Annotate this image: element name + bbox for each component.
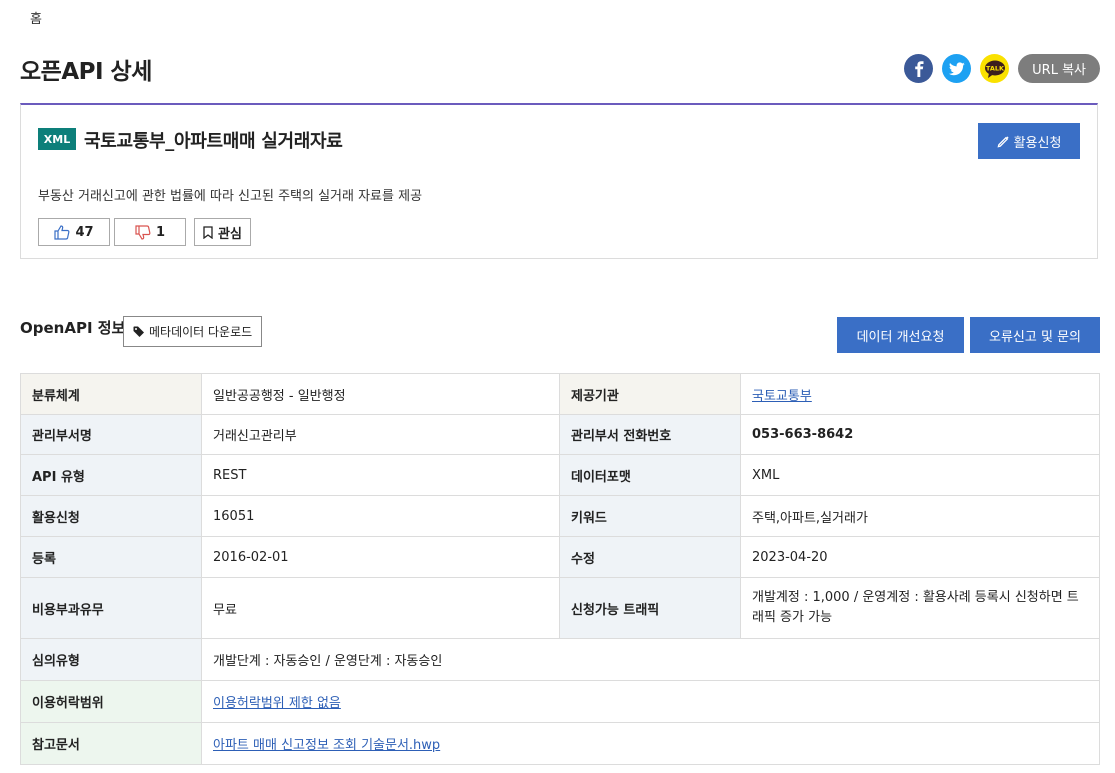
row-label: 관리부서 전화번호 xyxy=(559,414,741,455)
metadata-download-label: 메타데이터 다운로드 xyxy=(149,325,253,339)
dislike-count: 1 xyxy=(155,224,166,240)
table-row: 이용허락범위 이용허락범위 제한 없음 xyxy=(20,680,1100,723)
row-label: API 유형 xyxy=(20,454,202,496)
dislike-button[interactable]: 1 xyxy=(114,218,186,246)
row-label: 등록 xyxy=(20,536,202,578)
table-row: 심의유형 개발단계 : 자동승인 / 운영단계 : 자동승인 xyxy=(20,638,1100,681)
row-label: 비용부과유무 xyxy=(20,577,202,639)
thumbs-up-icon xyxy=(54,224,70,240)
row-label: 데이터포맷 xyxy=(559,454,741,496)
format-badge: XML xyxy=(38,128,76,150)
tag-icon xyxy=(133,326,144,337)
kakao-talk-text: TALK xyxy=(986,64,1005,72)
reference-doc-link[interactable]: 아파트 매매 신고정보 조회 기술문서.hwp xyxy=(213,738,440,753)
row-value: 국토교통부 xyxy=(740,373,1100,415)
row-value: 아파트 매매 신고정보 조회 기술문서.hwp xyxy=(201,722,1100,765)
row-label: 제공기관 xyxy=(559,373,741,415)
api-description: 부동산 거래신고에 관한 법률에 따라 신고된 주택의 실거래 자료를 제공 xyxy=(38,189,423,204)
openapi-section-title: OpenAPI 정보 xyxy=(20,319,126,337)
row-label: 키워드 xyxy=(559,495,741,537)
row-value: 2016-02-01 xyxy=(201,536,560,578)
row-value: 거래신고관리부 xyxy=(201,414,560,455)
row-label: 분류체계 xyxy=(20,373,202,415)
row-label: 활용신청 xyxy=(20,495,202,537)
favorite-button[interactable]: 관심 xyxy=(194,218,251,246)
row-value: 개발단계 : 자동승인 / 운영단계 : 자동승인 xyxy=(201,638,1100,681)
thumbs-down-icon xyxy=(135,224,151,240)
row-value: REST xyxy=(201,454,560,496)
row-label: 이용허락범위 xyxy=(20,680,202,723)
table-row: 비용부과유무 무료 신청가능 트래픽 개발계정 : 1,000 / 운영계정 :… xyxy=(20,577,1100,639)
metadata-download-button[interactable]: 메타데이터 다운로드 xyxy=(123,316,263,347)
row-value: 주택,아파트,실거래가 xyxy=(740,495,1100,537)
row-value: XML xyxy=(740,454,1100,496)
row-label: 관리부서명 xyxy=(20,414,202,455)
table-row: 등록 2016-02-01 수정 2023-04-20 xyxy=(20,536,1100,578)
breadcrumb[interactable]: 홈 xyxy=(30,8,42,27)
apply-button[interactable]: 활용신청 xyxy=(978,123,1080,159)
error-report-button[interactable]: 오류신고 및 문의 xyxy=(970,317,1100,353)
row-value: 이용허락범위 제한 없음 xyxy=(201,680,1100,723)
page-title: 오픈API 상세 xyxy=(20,59,152,85)
row-value: 일반공공행정 - 일반행정 xyxy=(201,373,560,415)
table-row: API 유형 REST 데이터포맷 XML xyxy=(20,454,1100,496)
row-value: 무료 xyxy=(201,577,560,639)
like-count: 47 xyxy=(75,224,94,240)
row-label: 신청가능 트래픽 xyxy=(559,577,741,639)
data-improve-request-button[interactable]: 데이터 개선요청 xyxy=(837,317,964,353)
row-value: 16051 xyxy=(201,495,560,537)
favorite-label: 관심 xyxy=(218,226,242,242)
twitter-share-button[interactable] xyxy=(942,54,972,83)
license-scope-link[interactable]: 이용허락범위 제한 없음 xyxy=(213,696,341,711)
api-name: 국토교통부_아파트매매 실거래자료 xyxy=(84,131,343,152)
row-label: 참고문서 xyxy=(20,722,202,765)
row-value: 2023-04-20 xyxy=(740,536,1100,578)
like-button[interactable]: 47 xyxy=(38,218,110,246)
share-bar: TALK URL 복사 xyxy=(904,54,1100,83)
apply-button-label: 활용신청 xyxy=(1013,135,1062,151)
kakaotalk-share-button[interactable]: TALK xyxy=(980,54,1010,83)
facebook-icon xyxy=(914,60,924,77)
twitter-icon xyxy=(948,61,965,75)
provider-link[interactable]: 국토교통부 xyxy=(752,389,812,404)
url-copy-button[interactable]: URL 복사 xyxy=(1018,54,1100,83)
facebook-share-button[interactable] xyxy=(904,54,934,83)
table-row: 관리부서명 거래신고관리부 관리부서 전화번호 053-663-8642 xyxy=(20,414,1100,455)
api-info-table: 분류체계 일반공공행정 - 일반행정 제공기관 국토교통부 관리부서명 거래신고… xyxy=(20,373,1100,765)
row-value: 개발계정 : 1,000 / 운영계정 : 활용사례 등록시 신청하면 트래픽 … xyxy=(740,577,1100,639)
row-value: 053-663-8642 xyxy=(740,414,1100,455)
table-row: 참고문서 아파트 매매 신고정보 조회 기술문서.hwp xyxy=(20,722,1100,765)
bookmark-icon xyxy=(203,225,213,239)
pencil-icon xyxy=(997,135,1009,148)
row-label: 심의유형 xyxy=(20,638,202,681)
table-row: 분류체계 일반공공행정 - 일반행정 제공기관 국토교통부 xyxy=(20,373,1100,415)
row-label: 수정 xyxy=(559,536,741,578)
table-row: 활용신청 16051 키워드 주택,아파트,실거래가 xyxy=(20,495,1100,537)
api-summary-card: XML 국토교통부_아파트매매 실거래자료 활용신청 부동산 거래신고에 관한 … xyxy=(20,103,1098,259)
kakaotalk-icon: TALK xyxy=(984,60,1005,78)
